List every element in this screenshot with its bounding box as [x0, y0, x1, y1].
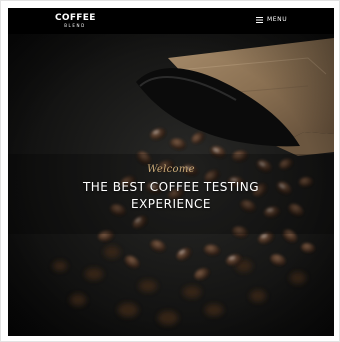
hero-headline-line-2: EXPERIENCE	[130, 197, 212, 211]
hero-subheading: Welcome	[147, 164, 195, 175]
site-header: COFFEE BLEND MENU	[8, 8, 334, 34]
site-logo[interactable]: COFFEE BLEND	[55, 13, 95, 29]
hamburger-menu-icon	[256, 16, 263, 23]
menu-label: MENU	[267, 16, 288, 23]
logo-main-text: COFFEE	[55, 13, 96, 23]
page-frame: COFFEE BLEND MENU Welcome THE BEST COFFE…	[0, 0, 340, 342]
site-viewport: COFFEE BLEND MENU Welcome THE BEST COFFE…	[8, 8, 334, 336]
menu-toggle-button[interactable]: MENU	[256, 16, 287, 23]
hero-text: Welcome THE BEST COFFEE TESTING EXPERIEN…	[8, 164, 334, 213]
logo-sub-text: BLEND	[64, 23, 86, 28]
hero-headline-line-1: THE BEST COFFEE TESTING	[82, 180, 260, 194]
